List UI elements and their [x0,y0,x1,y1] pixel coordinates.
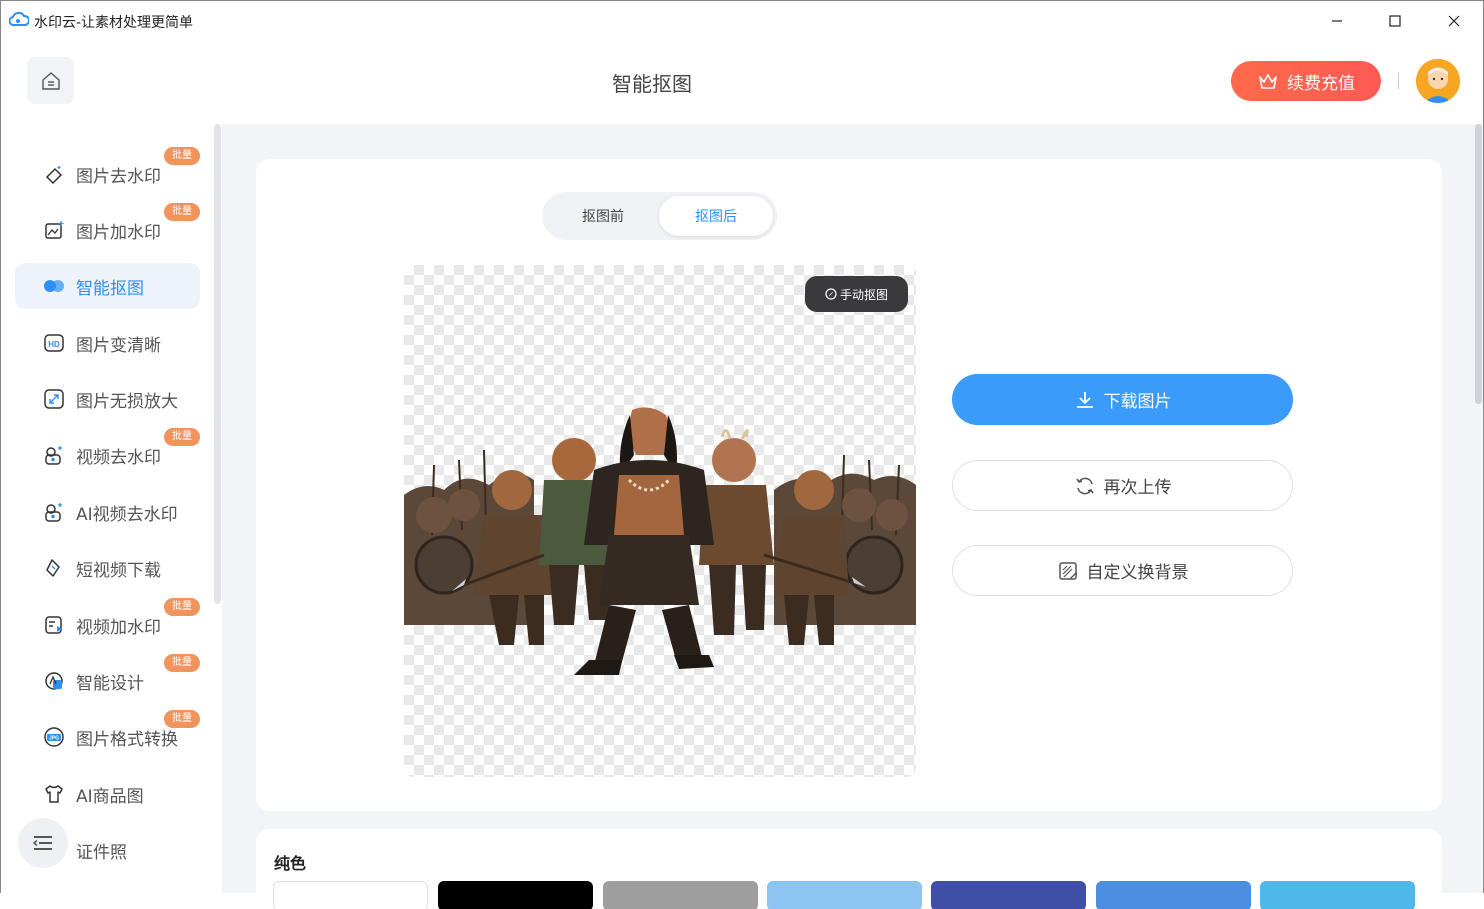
avatar[interactable] [1416,59,1460,103]
image-add-icon [42,218,66,242]
sidebar-item-label: 智能抠图 [76,278,144,299]
sidebar-item-ai-video-watermark-remove[interactable]: AI视频去水印 [15,489,200,535]
header-divider [1398,73,1399,89]
minimize-button[interactable] [1308,1,1366,41]
design-icon [42,669,66,693]
video-add-icon [42,613,66,637]
sidebar-item-image-upscale[interactable]: 图片无损放大 [15,376,200,422]
sidebar-item-label: 图片变清晰 [76,335,161,356]
enlarge-icon [42,387,66,411]
minimize-icon [1332,20,1342,22]
download-image-label: 下载图片 [1103,392,1172,412]
reupload-button[interactable]: 再次上传 [952,460,1293,511]
video-eraser-icon [42,443,66,467]
menu-icon [32,836,52,850]
sidebar-item-label: 图片无损放大 [76,391,178,412]
jpg-icon: JPG [42,725,66,749]
ai-video-icon [42,500,66,524]
cutout-result-image [404,407,916,675]
download-image-button[interactable]: 下载图片 [952,374,1293,425]
user-avatar-icon [1416,59,1460,103]
sidebar-scrollbar[interactable] [214,124,221,604]
main-scrollbar[interactable] [1475,124,1482,404]
hd-icon: HD [42,331,66,355]
color-swatch-sky-blue[interactable] [1260,881,1415,909]
svg-text:HD: HD [48,340,60,349]
close-button[interactable] [1425,1,1483,41]
eraser-icon [42,162,66,186]
sidebar-item-smart-cutout[interactable]: 智能抠图 [15,263,200,309]
sidebar-item-video-watermark-add[interactable]: 视频加水印 批量 [15,598,200,648]
custom-background-label: 自定义换背景 [1086,563,1189,583]
color-swatch-gray[interactable] [603,881,758,909]
sidebar-item-label: 短视频下载 [76,560,161,581]
page-title: 智能抠图 [612,72,692,96]
window-title: 水印云-让素材处理更简单 [34,15,194,31]
sidebar-item-image-enhance[interactable]: HD 图片变清晰 [15,320,200,366]
batch-badge: 批量 [164,598,200,616]
refresh-icon [1075,477,1094,494]
tab-after-cutout[interactable]: 抠图后 [659,196,773,236]
collapse-menu-button[interactable] [18,818,68,868]
cutout-icon [42,274,66,298]
solid-color-section-title: 纯色 [274,854,307,873]
sidebar-item-smart-design[interactable]: 智能设计 批量 [15,654,200,704]
batch-badge: 批量 [164,654,200,672]
sidebar-item-label: 视频加水印 [76,617,161,638]
color-swatch-black[interactable] [438,881,593,909]
download-icon [1076,391,1093,408]
color-swatch-indigo[interactable] [931,881,1086,909]
custom-background-button[interactable]: 自定义换背景 [952,545,1293,596]
batch-badge: 批量 [164,428,200,446]
link-icon [42,556,66,580]
app-header: 智能抠图 续费充值 [0,40,1484,124]
manual-cutout-button[interactable]: 手动抠图 [805,276,908,312]
sidebar-item-ai-product-image[interactable]: AI商品图 [15,771,200,817]
cutout-result-card: 抠图前 抠图后 手动抠图 下载图片 再次上传 自定义换背景 [256,159,1442,811]
title-bar: 水印云-让素材处理更简单 [0,0,1484,40]
sidebar-item-label: AI视频去水印 [76,504,178,525]
sidebar-item-video-watermark-remove[interactable]: 视频去水印 批量 [15,428,200,478]
sidebar-item-image-watermark-add[interactable]: 图片加水印 批量 [15,203,200,253]
sidebar: 图片去水印 批量 图片加水印 批量 智能抠图 HD 图片变清晰 图片无损放大 视… [0,124,222,893]
batch-badge: 批量 [164,710,200,728]
close-icon [1448,15,1460,27]
color-swatch-blue[interactable] [1096,881,1251,909]
sidebar-item-label: 图片加水印 [76,222,161,243]
shirt-icon [42,782,66,806]
batch-badge: 批量 [164,203,200,221]
vip-recharge-label: 续费充值 [1287,73,1355,94]
maximize-icon [1389,15,1401,27]
color-swatch-white[interactable] [273,881,428,909]
sidebar-item-label: 智能设计 [76,673,144,694]
before-after-toggle: 抠图前 抠图后 [542,192,777,240]
batch-badge: 批量 [164,147,200,165]
sidebar-item-label: 图片格式转换 [76,729,178,750]
cutout-preview: 手动抠图 [404,265,916,777]
sidebar-item-label: 证件照 [76,842,127,863]
crown-icon [1259,74,1277,89]
sidebar-item-label: 图片去水印 [76,166,161,187]
vip-recharge-button[interactable]: 续费充值 [1231,61,1381,101]
maximize-button[interactable] [1366,1,1424,41]
background-edit-icon [1058,561,1077,580]
sidebar-item-label: 视频去水印 [76,447,161,468]
manual-edit-icon [825,288,837,300]
sidebar-item-label: AI商品图 [76,786,144,807]
main-content: 抠图前 抠图后 手动抠图 下载图片 再次上传 自定义换背景 纯色 [222,124,1484,909]
reupload-label: 再次上传 [1103,478,1172,498]
manual-cutout-label: 手动抠图 [839,287,888,302]
sidebar-item-image-format-convert[interactable]: JPG 图片格式转换 批量 [15,710,200,760]
background-color-card: 纯色 [256,829,1442,909]
tab-before-cutout[interactable]: 抠图前 [546,196,660,236]
color-swatch-light-blue[interactable] [767,881,922,909]
sidebar-item-short-video-download[interactable]: 短视频下载 [15,545,200,591]
sidebar-item-image-watermark-remove[interactable]: 图片去水印 批量 [15,147,200,197]
cloud-logo-icon [9,11,29,26]
svg-text:JPG: JPG [49,736,59,742]
